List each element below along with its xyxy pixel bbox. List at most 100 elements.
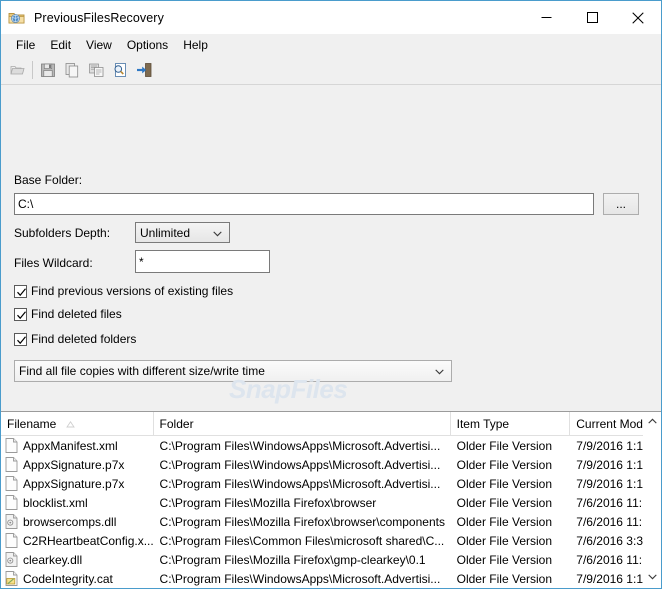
cell-item-type: Older File Version [456,533,552,548]
subfolders-depth-value: Unlimited [140,225,191,240]
cell-filename: blocklist.xml [1,493,154,512]
subfolders-depth-select[interactable]: Unlimited [135,222,230,243]
table-row[interactable]: CodeIntegrity.cat C:\Program Files\Windo… [1,569,661,588]
cell-filename-text: browsercomps.dll [23,514,117,529]
open-icon[interactable] [5,58,29,82]
cell-filename-text: blocklist.xml [23,495,88,510]
menu-bar: File Edit View Options Help [1,34,661,56]
column-header-filename-label: Filename [7,416,57,431]
cell-filename-text: AppxManifest.xml [23,438,118,453]
cell-filename-text: CodeIntegrity.cat [23,571,113,586]
results-list: Filename Folder Item Type Current Mod Ap… [1,411,661,588]
file-xml-icon [5,438,19,453]
table-row[interactable]: AppxManifest.xml C:\Program Files\Window… [1,436,661,455]
checkbox-find-previous-versions[interactable]: Find previous versions of existing files [14,284,233,298]
menu-options[interactable]: Options [120,36,176,55]
cell-filename-text: AppxSignature.p7x [23,457,125,472]
cell-filename: C2RHeartbeatConfig.x... [1,531,154,550]
menu-help[interactable]: Help [176,36,216,55]
files-wildcard-label: Files Wildcard: [14,256,93,270]
cell-filename-text: C2RHeartbeatConfig.x... [23,533,154,548]
list-header: Filename Folder Item Type Current Mod [1,412,661,436]
file-xml-icon [5,533,19,548]
column-header-item-type-label: Item Type [456,416,510,431]
title-bar: PreviousFilesRecovery [1,1,661,34]
checkbox-checked-icon [14,307,27,321]
vertical-scroll-track[interactable] [644,429,661,568]
cell-filename: CodeIntegrity.cat [1,569,154,588]
menu-view[interactable]: View [79,36,120,55]
menu-file[interactable]: File [9,36,43,55]
save-icon[interactable] [36,58,60,82]
cell-item-type: Older File Version [456,457,552,472]
subfolders-depth-label: Subfolders Depth: [14,226,111,240]
browse-button[interactable]: ... [603,193,639,215]
scroll-down-button[interactable] [644,568,661,585]
table-row[interactable]: clearkey.dll C:\Program Files\Mozilla Fi… [1,550,661,569]
find-icon[interactable] [108,58,132,82]
vertical-scrollbar[interactable] [643,412,661,585]
table-row[interactable]: C2RHeartbeatConfig.x... C:\Program Files… [1,531,661,550]
window-title: PreviousFilesRecovery [34,10,164,25]
checkbox-find-deleted-files[interactable]: Find deleted files [14,307,122,321]
cell-folder: C:\Program Files\WindowsApps\Microsoft.A… [159,476,441,491]
column-header-folder-label: Folder [159,416,194,431]
scroll-up-button[interactable] [644,412,661,429]
cell-item-type: Older File Version [456,552,552,567]
file-generic-icon [5,457,19,472]
chevron-down-icon [435,364,444,378]
minimize-button[interactable] [523,1,569,34]
table-row[interactable]: blocklist.xml C:\Program Files\Mozilla F… [1,493,661,512]
base-folder-input[interactable] [14,193,594,215]
application-window: PreviousFilesRecovery File Edit View Opt… [0,0,662,589]
cell-item-type: Older File Version [456,514,552,529]
cell-folder: C:\Program Files\WindowsApps\Microsoft.A… [159,438,441,453]
toolbar-separator [32,61,33,79]
table-row[interactable]: AppxSignature.p7x C:\Program Files\Windo… [1,474,661,493]
search-mode-select[interactable]: Find all file copies with different size… [14,360,452,382]
column-header-current-modified-label: Current Mod [576,416,643,431]
toolbar [1,56,661,85]
checkbox-find-previous-versions-label: Find previous versions of existing files [31,284,234,298]
cell-item-type: Older File Version [456,438,552,453]
copy-icon[interactable] [60,58,84,82]
list-rows: AppxManifest.xml C:\Program Files\Window… [1,436,661,588]
checkbox-checked-icon [14,284,27,298]
cell-filename: AppxSignature.p7x [1,474,154,493]
cell-filename: AppxManifest.xml [1,436,154,455]
column-header-filename[interactable]: Filename [1,412,154,435]
file-dll-icon [5,514,19,529]
checkbox-find-deleted-folders-label: Find deleted folders [31,332,137,346]
cell-folder: C:\Program Files\Mozilla Firefox\browser [159,495,377,510]
exit-icon[interactable] [132,58,156,82]
file-generic-icon [5,476,19,491]
cell-filename-text: clearkey.dll [23,552,83,567]
cell-folder: C:\Program Files\Mozilla Firefox\browser… [159,514,445,529]
search-mode-value: Find all file copies with different size… [19,364,265,378]
cell-item-type: Older File Version [456,571,552,586]
folder-disc-icon [8,9,26,27]
table-row[interactable]: browsercomps.dll C:\Program Files\Mozill… [1,512,661,531]
column-header-folder[interactable]: Folder [154,412,451,435]
close-button[interactable] [615,1,661,34]
checkbox-checked-icon [14,332,27,346]
window-controls [523,1,661,34]
cell-filename: AppxSignature.p7x [1,455,154,474]
files-wildcard-input[interactable] [135,250,270,273]
maximize-button[interactable] [569,1,615,34]
cell-item-type: Older File Version [456,476,552,491]
chevron-down-icon [213,226,222,240]
cell-filename: clearkey.dll [1,550,154,569]
sort-ascending-icon [66,417,76,431]
cell-folder: C:\Program Files\WindowsApps\Microsoft.A… [159,457,441,472]
file-cat-icon [5,571,19,586]
search-form: Base Folder: ... Subfolders Depth: Unlim… [1,85,661,439]
table-row[interactable]: AppxSignature.p7x C:\Program Files\Windo… [1,455,661,474]
html-report-icon[interactable] [84,58,108,82]
checkbox-find-deleted-folders[interactable]: Find deleted folders [14,332,136,346]
cell-folder: C:\Program Files\WindowsApps\Microsoft.A… [159,571,441,586]
checkbox-find-deleted-files-label: Find deleted files [31,307,122,321]
column-header-item-type[interactable]: Item Type [451,412,571,435]
menu-edit[interactable]: Edit [43,36,79,55]
file-dll-icon [5,552,19,567]
